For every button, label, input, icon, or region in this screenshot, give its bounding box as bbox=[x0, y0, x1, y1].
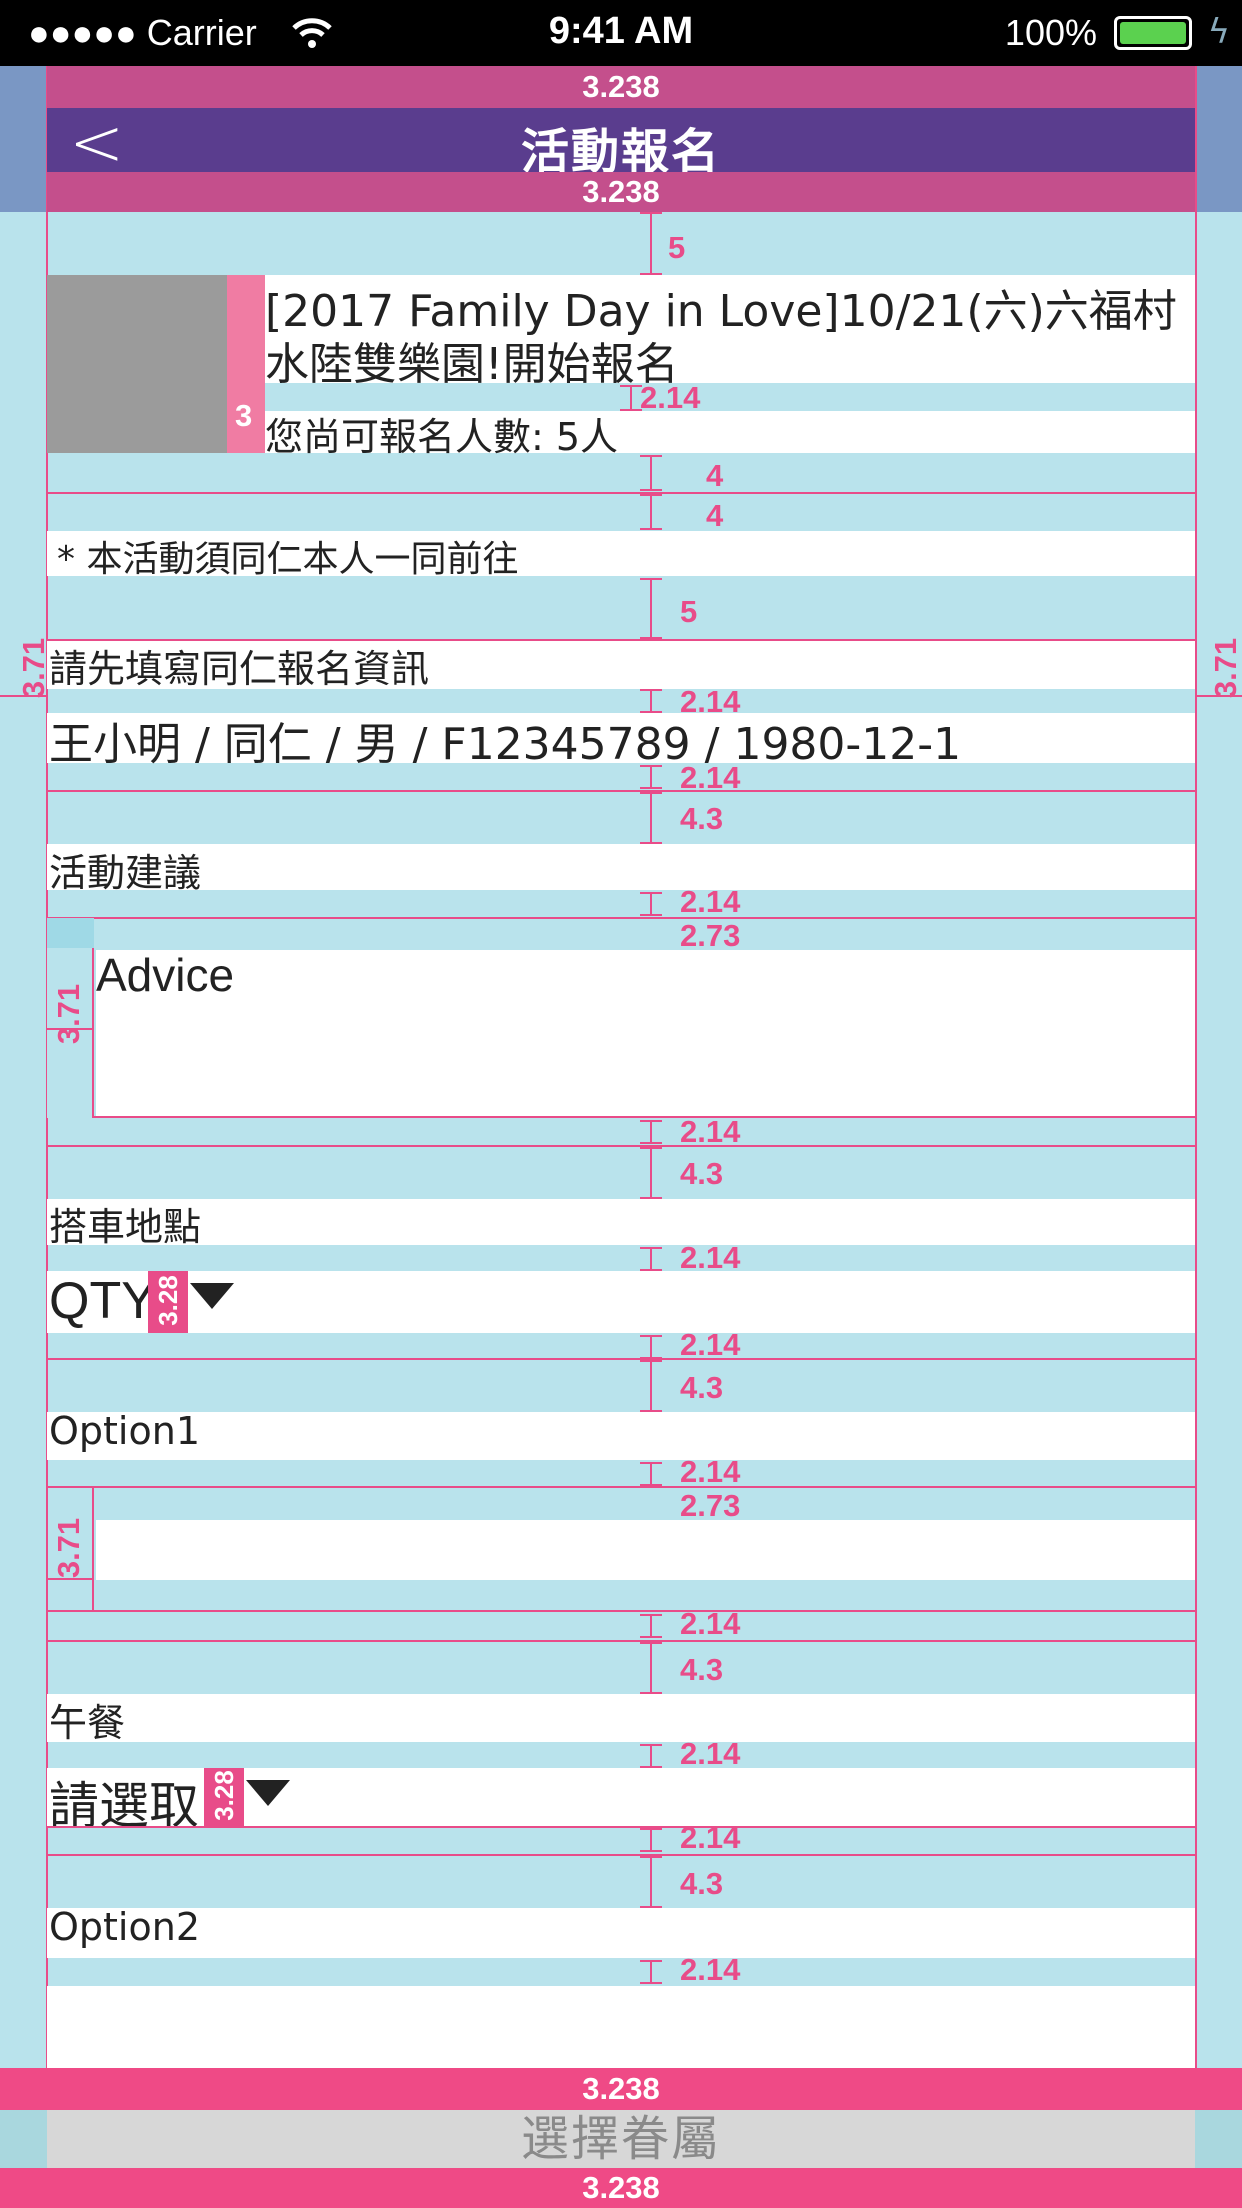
battery-icon bbox=[1114, 16, 1192, 50]
lunch-label: 午餐 bbox=[49, 1701, 126, 1745]
dim-43-b: 4.3 bbox=[680, 1156, 724, 1191]
dim-3: 3 bbox=[235, 398, 253, 433]
dim-43-e: 4.3 bbox=[680, 1866, 724, 1901]
dim-label-top: 3.238 bbox=[47, 66, 1195, 108]
dim-214-l: 2.14 bbox=[680, 1952, 741, 1987]
option1-label: Option1 bbox=[49, 1409, 200, 1453]
dim-43-c: 4.3 bbox=[680, 1370, 724, 1405]
left-gutter-header bbox=[0, 66, 47, 212]
status-bar: ●●●●● Carrier 9:41 AM 100% ϟ bbox=[0, 0, 1242, 66]
dim-328-a: 3.28 bbox=[152, 1275, 183, 1326]
remaining-count: 您尚可報名人數: 5人 bbox=[265, 415, 619, 459]
option2-label: Option2 bbox=[49, 1905, 200, 1949]
dim-5-top: 5 bbox=[668, 230, 686, 265]
dim-label-nav-bottom: 3.238 bbox=[47, 172, 1195, 212]
dim-214-d: 2.14 bbox=[680, 884, 741, 919]
dim-214-j: 2.14 bbox=[680, 1736, 741, 1771]
dim-right-side: 3.71 bbox=[1208, 637, 1242, 699]
select-family-label: 選擇眷屬 bbox=[520, 2111, 721, 2167]
right-gutter-header bbox=[1195, 66, 1242, 212]
dim-43-d: 4.3 bbox=[680, 1652, 724, 1687]
lunch-dropdown[interactable]: 請選取 3.28 bbox=[47, 1768, 1195, 1835]
pickup-value: QTY bbox=[49, 1272, 156, 1330]
dim-43-a: 4.3 bbox=[680, 801, 724, 836]
option1-input[interactable]: 3.71 bbox=[47, 1488, 1195, 1612]
select-family-button[interactable]: 選擇眷屬 bbox=[47, 2110, 1195, 2168]
dim-4-a: 4 bbox=[706, 458, 724, 493]
pickup-label: 搭車地點 bbox=[49, 1205, 202, 1249]
charging-bolt-icon: ϟ bbox=[1207, 12, 1230, 52]
event-thumbnail bbox=[47, 275, 227, 453]
dim-371-advice: 3.71 bbox=[51, 983, 87, 1045]
dim-5-b: 5 bbox=[680, 594, 698, 629]
dim-214-k: 2.14 bbox=[680, 1820, 741, 1855]
pickup-dropdown[interactable]: QTY 3.28 bbox=[47, 1271, 1195, 1333]
advice-textarea[interactable]: 3.71 Advice bbox=[47, 918, 1195, 1118]
applicant-info: 王小明 / 同仁 / 男 / F12345789 / 1980-12-1 bbox=[49, 719, 962, 770]
event-title-line2: 水陸雙樂園!開始報名 bbox=[265, 339, 679, 390]
option2-input[interactable] bbox=[47, 1986, 1195, 2068]
advice-label: 活動建議 bbox=[49, 851, 202, 895]
nav-bar: < 活動報名 bbox=[47, 104, 1195, 181]
dim-4-b: 4 bbox=[706, 498, 724, 533]
dim-label-footer-bottom: 3.238 bbox=[0, 2168, 1242, 2208]
dim-214-i: 2.14 bbox=[680, 1606, 741, 1641]
chevron-down-icon bbox=[246, 1780, 290, 1806]
dim-label-footer-top: 3.238 bbox=[0, 2068, 1242, 2110]
applicant-heading: 請先填寫同仁報名資訊 bbox=[49, 647, 430, 691]
dim-328-b: 3.28 bbox=[208, 1770, 239, 1821]
chevron-down-icon bbox=[190, 1283, 234, 1309]
battery-percent: 100% bbox=[1004, 12, 1097, 53]
advice-placeholder: Advice bbox=[96, 949, 235, 1001]
notice-text: * 本活動須同仁本人一同前往 bbox=[57, 539, 519, 580]
dim-214-h: 2.14 bbox=[680, 1454, 741, 1489]
dim-371-option1: 3.71 bbox=[51, 1517, 87, 1579]
